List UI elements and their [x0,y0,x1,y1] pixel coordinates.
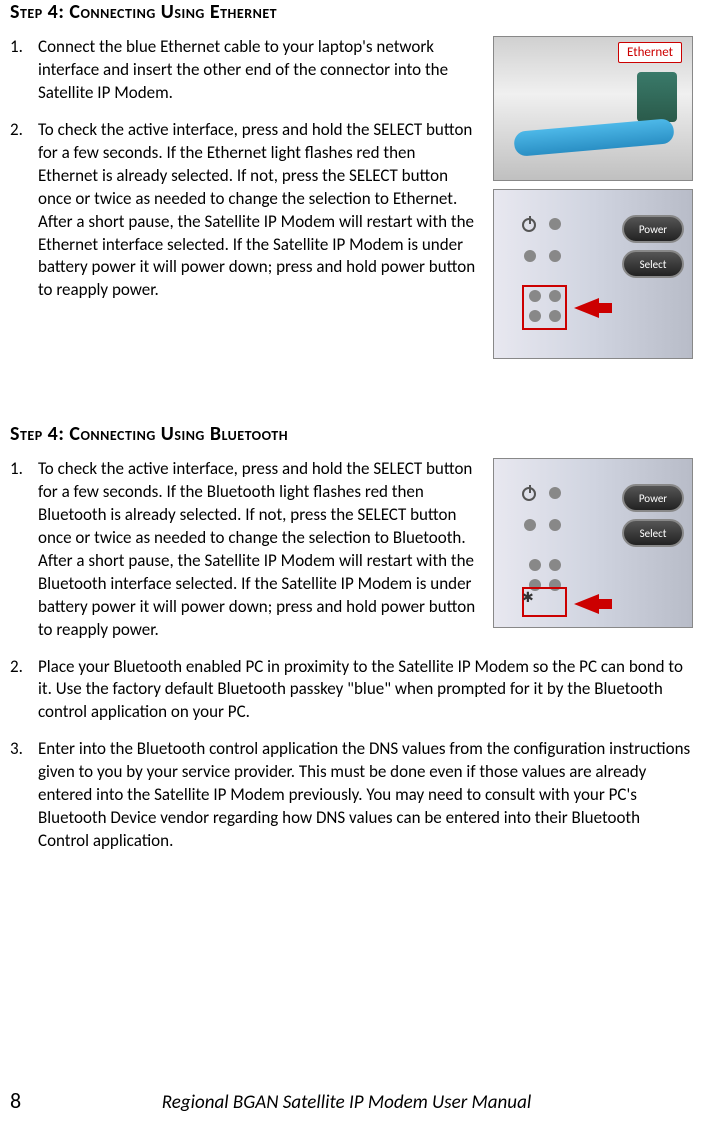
select-button-label: Select [622,250,684,278]
blue-cable-icon [513,118,675,157]
section-heading-ethernet: Step 4: Connecting Using Ethernet [10,0,693,24]
led-icon [549,559,561,571]
bluetooth-list: To check the active interface, press and… [10,458,478,656]
red-arrow-icon [574,298,599,318]
ethernet-content: Connect the blue Ethernet cable to your … [10,36,693,367]
modem-panel-image-1: Power Select [493,189,693,359]
bluetooth-icon: ✱ [522,589,534,606]
highlight-box-icon [522,285,567,330]
bluetooth-step-1: To check the active interface, press and… [10,458,478,642]
led-icon [549,218,561,230]
led-icon [549,310,561,322]
section-ethernet: Step 4: Connecting Using Ethernet Connec… [10,0,693,367]
footer-manual-title: Regional BGAN Satellite IP Modem User Ma… [0,1091,693,1114]
led-icon [529,559,541,571]
led-icon [524,250,536,262]
led-icon [549,519,561,531]
led-icon [529,290,541,302]
led-icon [524,519,536,531]
section-bluetooth: Step 4: Connecting Using Bluetooth To ch… [10,422,693,853]
power-button-label: Power [622,484,684,512]
led-icon [529,310,541,322]
led-icon [549,487,561,499]
cable-connector-icon [637,72,677,122]
bluetooth-step-2: Place your Bluetooth enabled PC in proxi… [10,656,693,725]
ethernet-step-2: To check the active interface, press and… [10,119,478,303]
power-indicator-icon [522,218,536,232]
ethernet-step-1: Connect the blue Ethernet cable to your … [10,36,478,105]
bluetooth-step-3: Enter into the Bluetooth control applica… [10,738,693,853]
bluetooth-images: Power Select ✱ [493,458,693,656]
led-icon [549,250,561,262]
red-arrow-icon [574,594,599,614]
bluetooth-list-continued: Place your Bluetooth enabled PC in proxi… [10,656,693,854]
power-button-label: Power [622,215,684,243]
ethernet-cable-image: Ethernet [493,36,693,181]
ethernet-port-label: Ethernet [618,42,682,63]
section-heading-bluetooth: Step 4: Connecting Using Bluetooth [10,422,693,446]
red-arrow-tail-icon [597,303,612,313]
bluetooth-content: To check the active interface, press and… [10,458,693,656]
red-arrow-tail-icon [597,599,612,609]
ethernet-images: Ethernet Power Select [493,36,693,367]
modem-panel-image-2: Power Select ✱ [493,458,693,628]
led-icon [549,290,561,302]
ethernet-list: Connect the blue Ethernet cable to your … [10,36,478,367]
power-indicator-icon [522,487,536,501]
select-button-label: Select [622,519,684,547]
